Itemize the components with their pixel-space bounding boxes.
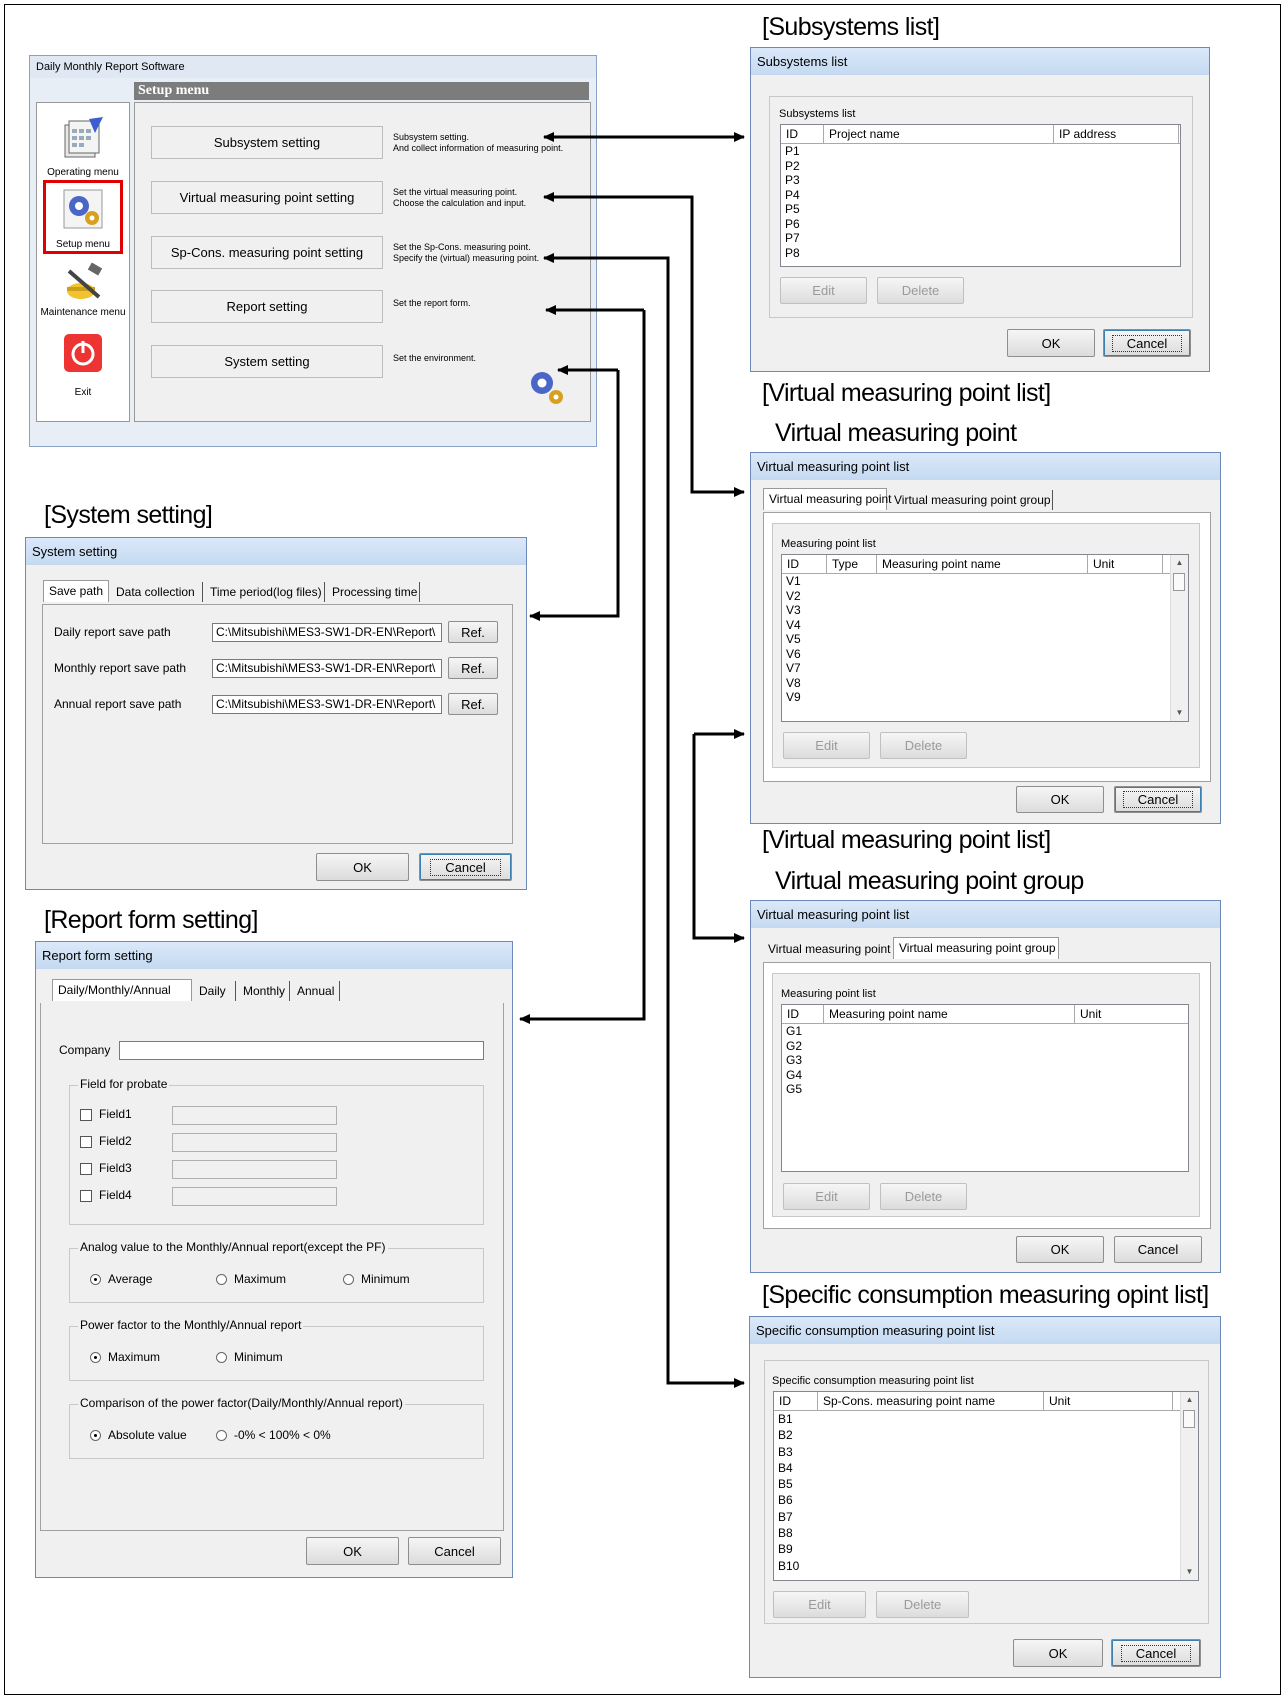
connector-arrows: [519, 132, 745, 1388]
